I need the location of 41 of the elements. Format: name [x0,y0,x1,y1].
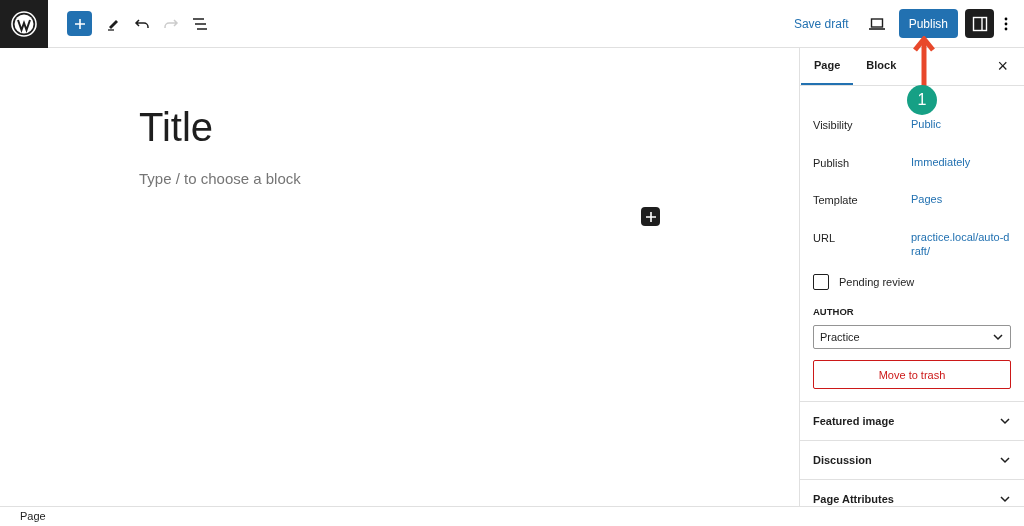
sidebar-tab[interactable]: Page [801,48,854,85]
more-options-icon[interactable] [1004,16,1008,31]
field-label: URL [813,230,836,246]
plus-icon [645,211,656,222]
panel-header[interactable]: Page Attributes [800,480,1024,506]
post-title[interactable]: Title [139,103,214,151]
laptop-icon[interactable] [868,16,885,31]
sidebar-tab[interactable]: Block [853,48,910,85]
chevron-down-icon [999,495,1011,504]
select-chevron-icon [992,333,1004,342]
close-button[interactable]: × [981,48,1024,85]
block-placeholder[interactable]: Type / to choose a block [139,168,301,191]
plus-icon [73,17,86,30]
author-value: Practice [820,330,860,345]
field-label: Template [813,193,859,208]
field-value-link[interactable]: Public [911,117,941,131]
breadcrumb[interactable]: Page [20,508,46,525]
list-view-icon[interactable] [192,15,208,32]
sidebar-panel-icon [971,15,988,32]
field-label: Visibility [813,118,854,133]
move-to-trash-button[interactable]: Move to trash [813,360,1011,390]
add-block-button[interactable] [67,11,92,36]
checkbox-label[interactable]: Pending review [839,273,915,290]
checkbox[interactable] [813,273,829,290]
publish-button[interactable]: Publish [898,9,958,38]
panel-header[interactable]: Discussion [800,441,1024,481]
annotation-arrow [913,36,935,88]
author-label: AUTHOR [813,305,855,319]
author-select[interactable]: Practice [813,325,1011,350]
chevron-down-icon [999,417,1011,426]
field-value-link[interactable]: Pages [911,192,943,206]
add-block-inline-button[interactable] [641,207,660,226]
chevron-down-icon [999,456,1011,465]
save-draft-button[interactable]: Save draft [793,14,849,33]
field-value-link[interactable]: practice.local/auto-draft/ [911,229,1011,258]
settings-button[interactable] [965,9,994,38]
field-value-link[interactable]: Immediately [911,154,971,169]
panel-header[interactable]: Featured image [800,402,1024,442]
wordpress-logo[interactable] [0,0,48,48]
step-badge: 1 [907,85,937,115]
field-label: Publish [813,155,851,171]
